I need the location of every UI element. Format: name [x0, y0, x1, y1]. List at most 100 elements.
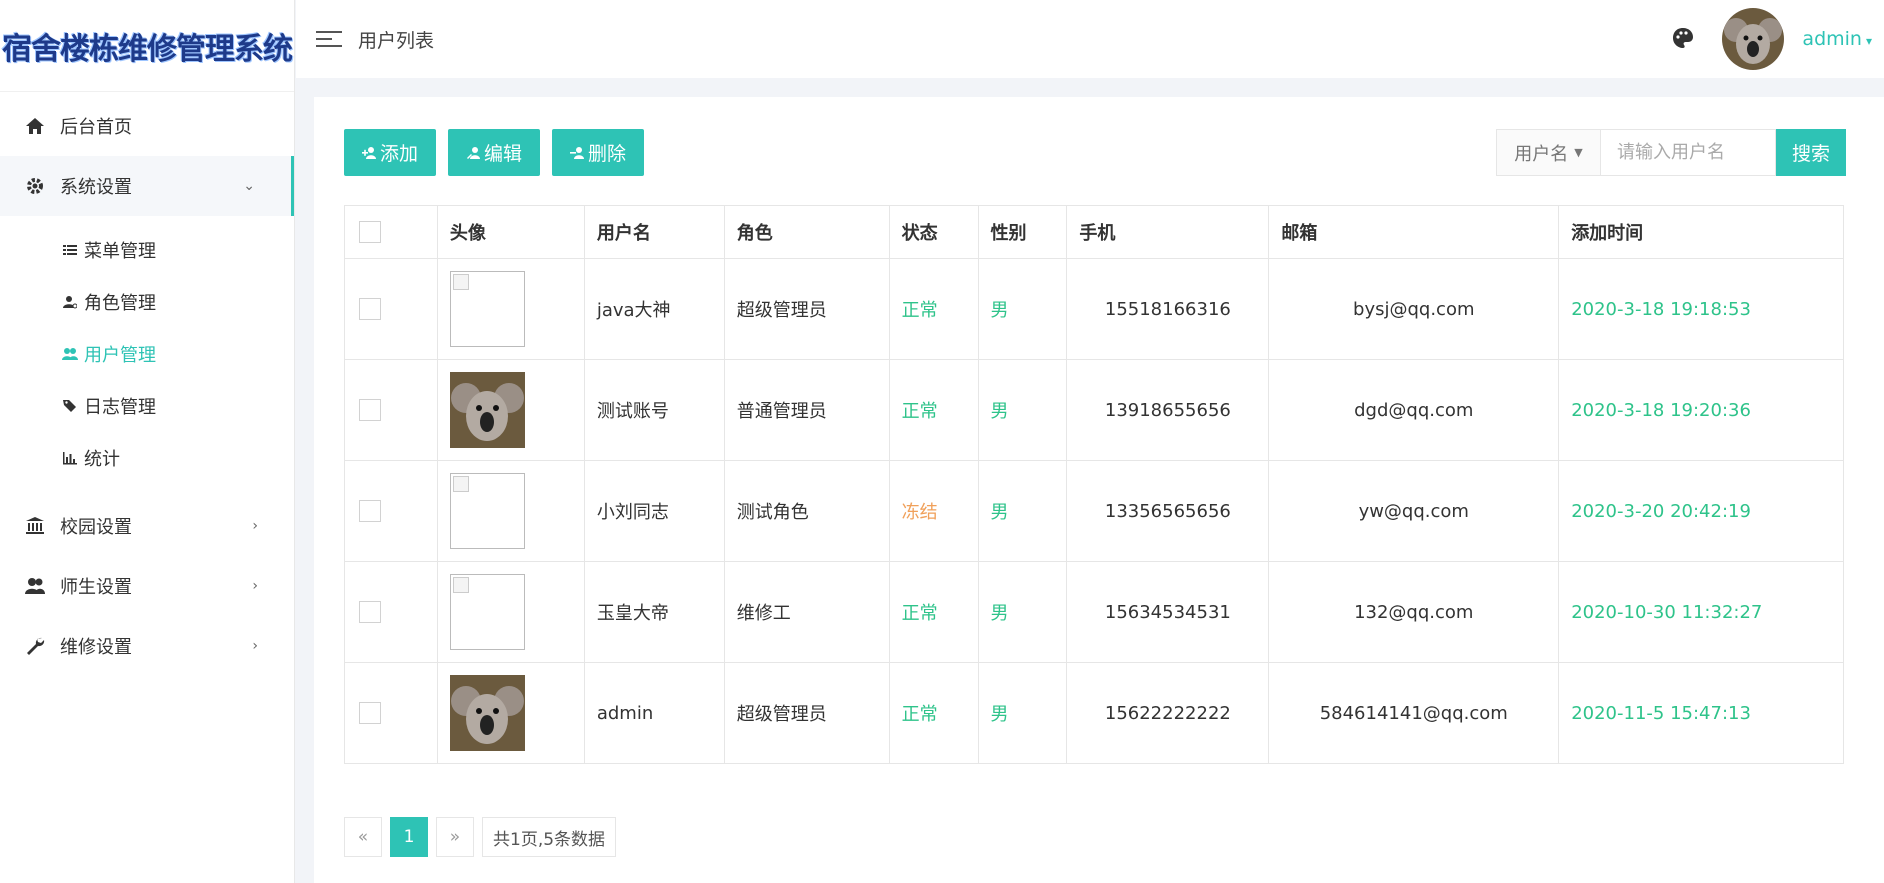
role-cell: 普通管理员: [723, 359, 890, 461]
add-user-button[interactable]: 添加: [344, 129, 437, 176]
avatar-image-broken: [449, 271, 525, 347]
email-cell: bysj@qq.com: [1268, 258, 1560, 360]
username-cell: admin: [583, 662, 725, 764]
chevron-right-icon: ›: [252, 638, 258, 654]
sidebar-item-label: 菜单管理: [84, 241, 156, 262]
table-row[interactable]: 玉皇大帝 维修工 正常 男 15634534531 132@qq.com 202…: [344, 561, 1844, 663]
column-header: 角色: [723, 205, 890, 259]
email-cell: dgd@qq.com: [1268, 359, 1560, 461]
phone-cell: 15518166316: [1066, 258, 1270, 360]
user-edit-icon: [466, 145, 482, 161]
avatar-image-broken: [449, 574, 525, 650]
checkbox-cell: [344, 258, 438, 360]
edit-user-button[interactable]: 编辑: [448, 129, 541, 176]
select-all-checkbox[interactable]: [359, 221, 381, 243]
table-row[interactable]: admin 超级管理员 正常 男 15622222222 584614141@q…: [344, 662, 1844, 764]
checkbox-cell: [344, 662, 438, 764]
avatar-cell: [436, 561, 585, 663]
sidebar-item-teacher-student-settings[interactable]: 师生设置 ›: [0, 556, 294, 616]
table-row[interactable]: 测试账号 普通管理员 正常 男 13918655656 dgd@qq.com 2…: [344, 359, 1844, 461]
row-checkbox[interactable]: [359, 298, 381, 320]
table-header-row: 头像 用户名 角色 状态 性别 手机 邮箱 添加时间: [344, 205, 1844, 259]
gear-icon: [24, 175, 46, 197]
checkbox-cell: [344, 561, 438, 663]
column-header: 性别: [977, 205, 1068, 259]
checkbox-cell: [344, 359, 438, 461]
row-checkbox[interactable]: [359, 601, 381, 623]
sidebar-item-campus-settings[interactable]: 校园设置 ›: [0, 496, 294, 556]
sidebar-item-label: 用户管理: [84, 345, 156, 366]
palette-icon[interactable]: [1672, 27, 1696, 51]
column-header: 手机: [1066, 205, 1270, 259]
sidebar-item-role-management[interactable]: 角色管理: [0, 276, 294, 328]
sidebar-submenu: 菜单管理 角色管理 用户管理 日志管理 统计: [0, 216, 294, 496]
sidebar-item-label: 日志管理: [84, 397, 156, 418]
username-cell: java大神: [583, 258, 725, 360]
column-header: 邮箱: [1268, 205, 1560, 259]
caret-down-icon: ▼: [1574, 146, 1583, 159]
sidebar-item-system-settings[interactable]: 系统设置 ⌄: [0, 156, 294, 216]
row-checkbox[interactable]: [359, 399, 381, 421]
role-cell: 维修工: [723, 561, 890, 663]
edit-button-label: 编辑: [484, 144, 523, 165]
search-field-select[interactable]: 用户名 ▼: [1496, 129, 1600, 176]
sidebar-item-label: 维修设置: [60, 637, 132, 658]
search-button[interactable]: 搜索: [1776, 129, 1846, 176]
chevron-down-icon: ⌄: [243, 178, 255, 194]
sidebar-item-log-management[interactable]: 日志管理: [0, 380, 294, 432]
row-checkbox[interactable]: [359, 702, 381, 724]
username-cell: 测试账号: [583, 359, 725, 461]
avatar-cell: [436, 359, 585, 461]
avatar-image-koala: [449, 372, 525, 448]
tags-icon: [62, 398, 78, 414]
sidebar-item-repair-settings[interactable]: 维修设置 ›: [0, 616, 294, 676]
phone-cell: 15622222222: [1066, 662, 1270, 764]
table-row[interactable]: java大神 超级管理员 正常 男 15518166316 bysj@qq.co…: [344, 258, 1844, 360]
menu-toggle-icon[interactable]: [316, 26, 342, 52]
user-menu[interactable]: admin ▾: [1802, 28, 1872, 50]
gender-cell: 男: [977, 460, 1068, 562]
sidebar-item-label: 师生设置: [60, 577, 132, 598]
sidebar-item-user-management[interactable]: 用户管理: [0, 328, 294, 380]
table-row[interactable]: 小刘同志 测试角色 冻结 男 13356565656 yw@qq.com 202…: [344, 460, 1844, 562]
toolbar: 添加 编辑 删除: [344, 129, 645, 176]
broken-image-icon: [452, 577, 469, 593]
column-header: 用户名: [583, 205, 725, 259]
broken-image-icon: [452, 274, 469, 290]
sidebar-item-menu-management[interactable]: 菜单管理: [0, 224, 294, 276]
gender-cell: 男: [977, 561, 1068, 663]
sidebar-item-label: 角色管理: [84, 293, 156, 314]
status-cell: 冻结: [888, 460, 979, 562]
main-content: 添加 编辑 删除 用户名 ▼ 搜索 头像 用户名 角色 状态 性别: [314, 97, 1884, 883]
sidebar-item-label: 校园设置: [60, 517, 132, 538]
status-cell: 正常: [888, 359, 979, 461]
delete-button-label: 删除: [588, 144, 627, 165]
row-checkbox[interactable]: [359, 500, 381, 522]
app-logo: 宿舍楼栋维修管理系统: [0, 0, 294, 92]
role-cell: 超级管理员: [723, 662, 890, 764]
status-cell: 正常: [888, 662, 979, 764]
page-number-button[interactable]: 1: [390, 817, 428, 857]
sidebar-item-home[interactable]: 后台首页: [0, 96, 294, 156]
sidebar-item-label: 统计: [84, 449, 120, 470]
chevron-right-icon: ›: [252, 578, 258, 594]
phone-cell: 13356565656: [1066, 460, 1270, 562]
delete-user-button[interactable]: 删除: [552, 129, 645, 176]
avatar-cell: [436, 258, 585, 360]
avatar-cell: [436, 460, 585, 562]
users-icon: [24, 575, 46, 597]
search-field-label: 用户名: [1514, 143, 1569, 165]
page-title: 用户列表: [358, 29, 435, 52]
prev-page-button[interactable]: «: [344, 817, 382, 857]
home-icon: [24, 115, 46, 137]
avatar[interactable]: [1722, 8, 1785, 70]
email-cell: 132@qq.com: [1268, 561, 1560, 663]
username-cell: 玉皇大帝: [583, 561, 725, 663]
search-input[interactable]: [1600, 129, 1776, 176]
pagination: « 1 » 共1页,5条数据: [344, 817, 617, 857]
username-cell: 小刘同志: [583, 460, 725, 562]
next-page-button[interactable]: »: [436, 817, 474, 857]
app-logo-text: 宿舍楼栋维修管理系统: [2, 31, 293, 67]
phone-cell: 13918655656: [1066, 359, 1270, 461]
sidebar-item-statistics[interactable]: 统计: [0, 432, 294, 484]
